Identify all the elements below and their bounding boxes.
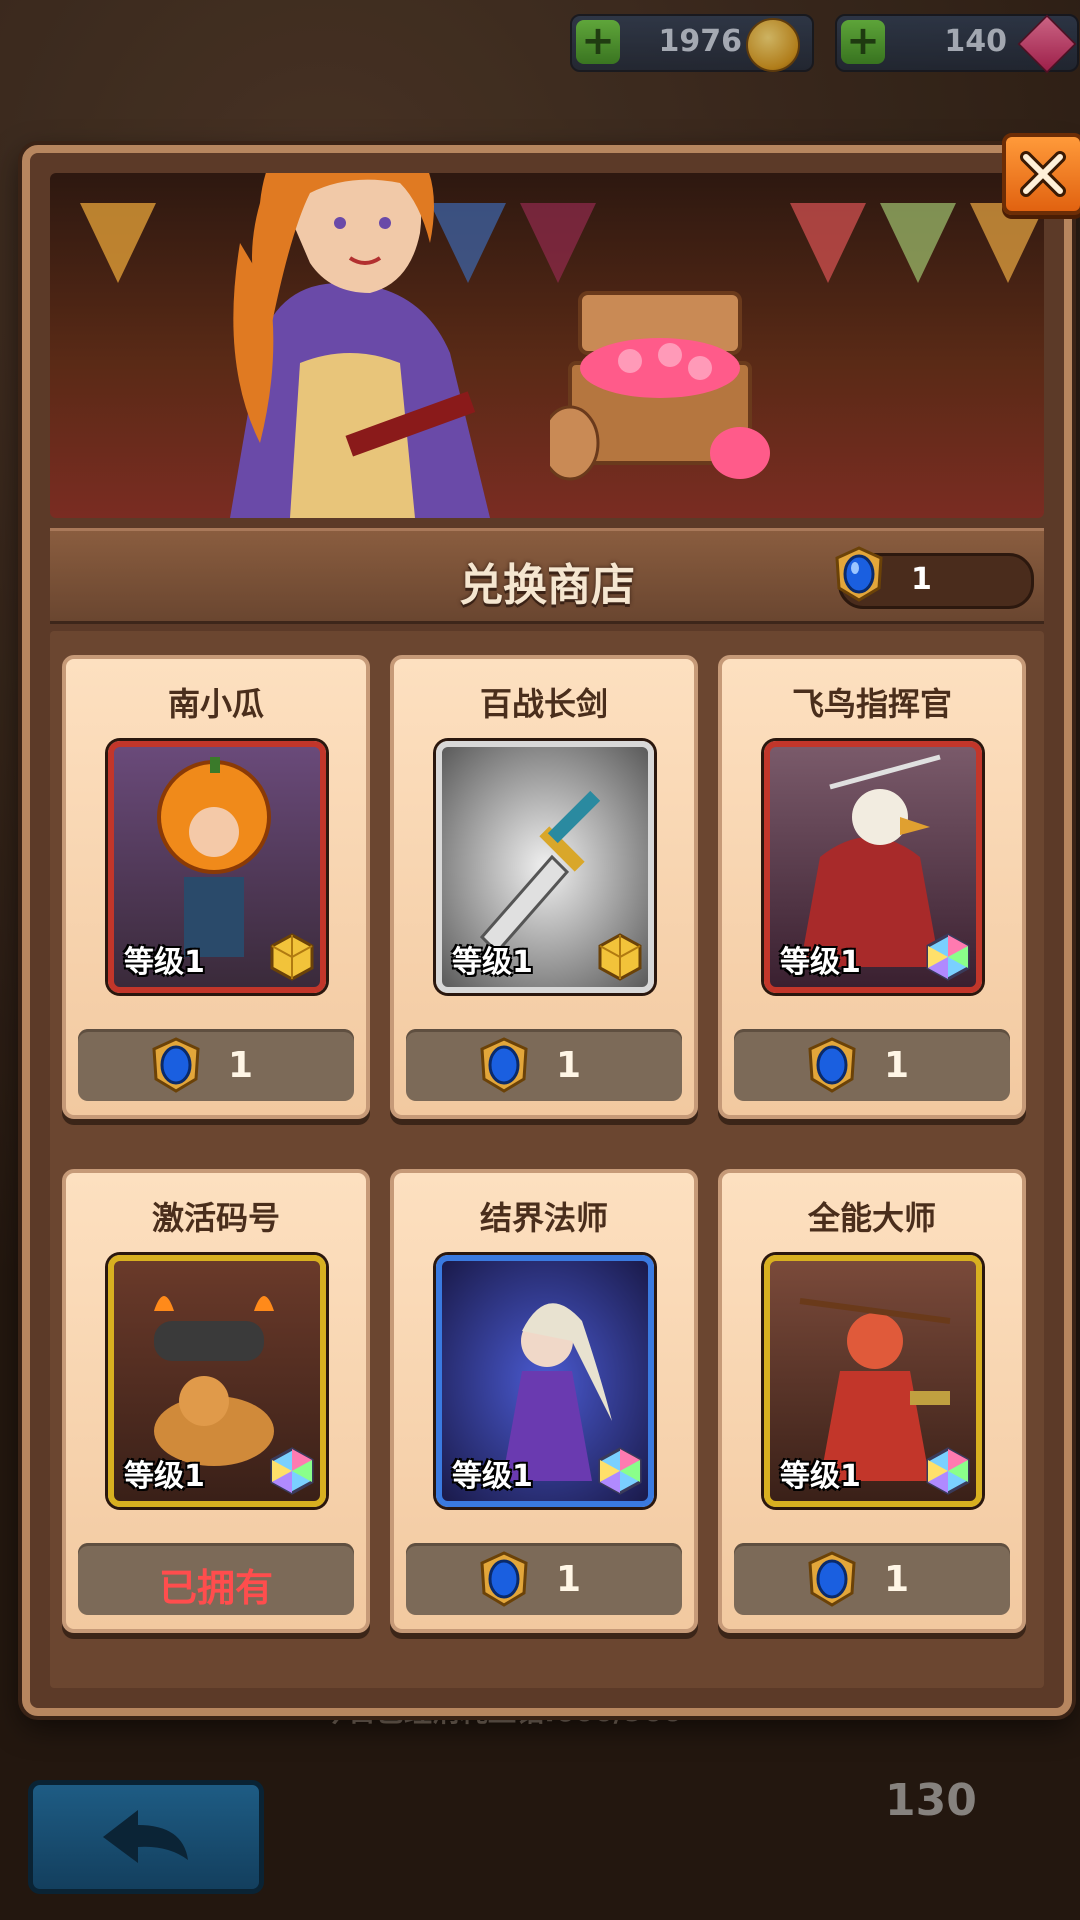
item-name: 全能大师 (807, 1199, 936, 1237)
item-name: 结界法师 (479, 1199, 608, 1237)
shop-item-card[interactable]: 激活码号 等级1 已拥有 (62, 1169, 370, 1633)
close-icon (1020, 151, 1066, 197)
item-portrait: 等级1 (764, 1255, 982, 1507)
item-name: 百战长剑 (479, 685, 608, 723)
item-portrait: 等级1 (764, 741, 982, 993)
shop-title-bar: 兑换商店 1 (50, 528, 1044, 624)
shop-item-card[interactable]: 结界法师 等级1 1 (390, 1169, 698, 1633)
item-portrait: 等级1 (108, 1255, 326, 1507)
blue-token-icon (152, 1037, 200, 1093)
item-name: 南小瓜 (167, 685, 264, 723)
buy-button[interactable]: 1 (734, 1029, 1010, 1101)
buy-button[interactable]: 1 (734, 1543, 1010, 1615)
item-portrait: 等级1 (436, 741, 654, 993)
buy-button[interactable]: 1 (406, 1029, 682, 1101)
shop-item-card[interactable]: 南小瓜 等级1 1 (62, 655, 370, 1119)
add-gold-button[interactable]: + (576, 20, 620, 64)
back-arrow-icon (103, 1810, 188, 1863)
buy-button[interactable]: 1 (78, 1029, 354, 1101)
item-price: 1 (556, 1045, 582, 1086)
shop-item-card[interactable]: 飞鸟指挥官 等级1 1 (718, 655, 1026, 1119)
back-button[interactable] (28, 1780, 264, 1894)
owned-indicator: 已拥有 (78, 1543, 354, 1615)
owned-label: 已拥有 (158, 1566, 273, 1610)
blue-token-icon (808, 1551, 856, 1607)
gold-rarity-icon (270, 933, 314, 981)
top-resource-bar: + 1976 + 140 (0, 14, 1080, 74)
shop-item-grid: 南小瓜 等级1 1 百战长剑 等级1 1 飞鸟指挥官 等级1 1 激活码号 等级… (50, 631, 1044, 1688)
shopkeeper-illustration (230, 173, 490, 518)
gold-coin-icon (746, 18, 800, 72)
item-level: 等级1 (780, 1459, 861, 1494)
item-level: 等级1 (124, 1459, 205, 1494)
close-button[interactable] (1002, 133, 1080, 215)
gem-value: 140 (944, 24, 1007, 59)
shop-banner (50, 173, 1044, 518)
item-level: 等级1 (452, 945, 533, 980)
rainbow-rarity-icon (926, 1447, 970, 1495)
background-count: 130 (885, 1775, 977, 1826)
item-name: 激活码号 (151, 1199, 280, 1237)
blue-token-icon (480, 1037, 528, 1093)
gold-value: 1976 (658, 24, 743, 59)
blue-token-icon (808, 1037, 856, 1093)
item-level: 等级1 (452, 1459, 533, 1494)
exchange-shop-panel: 兑换商店 1 南小瓜 等级1 1 百战长剑 等级1 1 飞鸟指挥官 等级1 1 … (22, 133, 1080, 1716)
shop-item-card[interactable]: 百战长剑 等级1 1 (390, 655, 698, 1119)
rainbow-rarity-icon (926, 933, 970, 981)
item-level: 等级1 (124, 945, 205, 980)
rainbow-rarity-icon (270, 1447, 314, 1495)
treasure-chest-illustration (550, 291, 770, 481)
item-level: 等级1 (780, 945, 861, 980)
blue-token-icon (480, 1551, 528, 1607)
buy-button[interactable]: 1 (406, 1543, 682, 1615)
item-price: 1 (884, 1045, 910, 1086)
item-price: 1 (884, 1559, 910, 1600)
gold-counter: + 1976 (570, 14, 814, 72)
gem-counter: + 140 (835, 14, 1079, 74)
item-portrait: 等级1 (108, 741, 326, 993)
item-portrait: 等级1 (436, 1255, 654, 1507)
item-price: 1 (556, 1559, 582, 1600)
token-balance-value: 1 (911, 562, 932, 597)
gold-rarity-icon (598, 933, 642, 981)
rainbow-rarity-icon (598, 1447, 642, 1495)
token-balance: 1 (835, 546, 1034, 609)
add-gem-button[interactable]: + (841, 20, 885, 64)
shop-item-card[interactable]: 全能大师 等级1 1 (718, 1169, 1026, 1633)
gem-icon (1017, 14, 1077, 74)
item-price: 1 (228, 1045, 254, 1086)
item-name: 飞鸟指挥官 (791, 685, 952, 723)
blue-token-icon (835, 546, 883, 602)
